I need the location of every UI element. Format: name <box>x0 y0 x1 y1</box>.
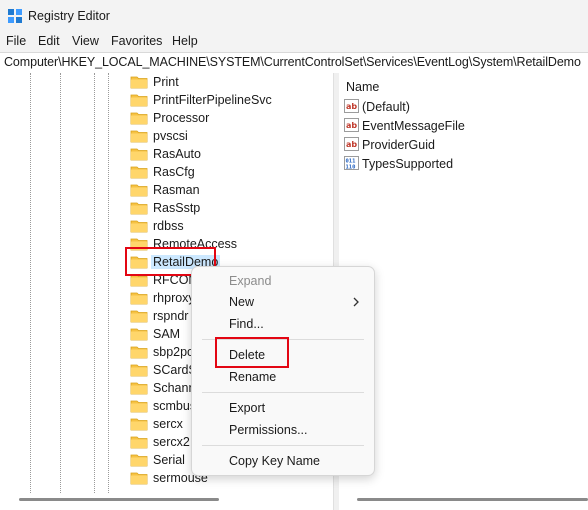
address-path[interactable]: Computer\HKEY_LOCAL_MACHINE\SYSTEM\Curre… <box>4 55 581 69</box>
folder-icon <box>130 130 148 143</box>
title-bar: Registry Editor <box>0 0 588 32</box>
menu-item-copy-key-name[interactable]: Copy Key Name <box>229 454 320 468</box>
tree-guide-line <box>94 73 95 493</box>
tree-item-label: scmbus <box>153 399 197 413</box>
values-pane[interactable]: Name ab (Default) ab EventMessageFile ab… <box>339 73 588 510</box>
menu-item-permissions[interactable]: Permissions... <box>229 423 308 437</box>
svg-text:ab: ab <box>346 140 357 149</box>
menu-separator <box>202 392 364 393</box>
menu-favorites[interactable]: Favorites <box>111 34 162 48</box>
folder-icon <box>130 76 148 89</box>
delete-highlight-box <box>215 337 289 368</box>
registry-editor-icon <box>8 9 22 23</box>
folder-icon <box>130 310 148 323</box>
folder-icon <box>130 220 148 233</box>
menu-help[interactable]: Help <box>172 34 198 48</box>
svg-text:110: 110 <box>346 165 356 171</box>
tree-item-label: pvscsi <box>153 129 188 143</box>
tree-item-label: rdbss <box>153 219 184 233</box>
string-value-icon: ab <box>344 99 359 113</box>
tree-item-label: RasAuto <box>153 147 201 161</box>
folder-icon <box>130 418 148 431</box>
tree-horizontal-scrollbar[interactable] <box>19 498 219 501</box>
tree-item-label: Schann <box>153 381 196 395</box>
value-name: EventMessageFile <box>362 119 465 133</box>
menu-bar: File Edit View Favorites Help <box>0 32 588 52</box>
menu-view[interactable]: View <box>72 34 99 48</box>
folder-icon <box>130 364 148 377</box>
tree-item-label: SAM <box>153 327 181 341</box>
tree-item-label: PrintFilterPipelineSvc <box>153 93 272 107</box>
value-name: TypesSupported <box>362 157 454 171</box>
folder-icon <box>130 436 148 449</box>
value-name: (Default) <box>362 100 410 114</box>
tree-item-label: Print <box>153 75 179 89</box>
tree-item-label: rhproxy <box>153 291 195 305</box>
menu-item-export[interactable]: Export <box>229 401 265 415</box>
tree-guide-line <box>108 73 109 493</box>
folder-icon <box>130 148 148 161</box>
svg-text:ab: ab <box>346 121 357 130</box>
window-title: Registry Editor <box>28 9 110 23</box>
tree-item-label: Processor <box>153 111 210 125</box>
folder-icon <box>130 94 148 107</box>
binary-value-icon: 011 110 <box>344 156 359 170</box>
string-value-icon: ab <box>344 118 359 132</box>
tree-item-label: sercx <box>153 417 183 431</box>
tree-guide-line <box>60 73 61 493</box>
folder-icon <box>130 382 148 395</box>
address-bar[interactable]: Computer\HKEY_LOCAL_MACHINE\SYSTEM\Curre… <box>0 52 588 74</box>
svg-text:ab: ab <box>346 102 357 111</box>
tree-guide-line <box>30 73 31 493</box>
folder-icon <box>130 292 148 305</box>
tree-item-label: RasCfg <box>153 165 195 179</box>
folder-icon <box>130 166 148 179</box>
tree-item-label: sbp2po <box>153 345 195 359</box>
tree-item-label: rspndr <box>153 309 189 323</box>
menu-item-new[interactable]: New <box>229 295 254 309</box>
column-header-name[interactable]: Name <box>346 80 379 94</box>
folder-icon <box>130 202 148 215</box>
tree-item-label: Serial <box>153 453 185 467</box>
menu-edit[interactable]: Edit <box>38 34 60 48</box>
values-horizontal-scrollbar[interactable] <box>357 498 588 501</box>
context-menu: Expand New Find... Delete Rename Export … <box>191 266 375 476</box>
menu-file[interactable]: File <box>6 34 26 48</box>
value-name: ProviderGuid <box>362 138 435 152</box>
tree-item-label: sercx2 <box>153 435 190 449</box>
folder-icon <box>130 454 148 467</box>
folder-icon <box>130 346 148 359</box>
menu-separator <box>202 445 364 446</box>
chevron-right-icon <box>353 297 359 307</box>
menu-item-expand[interactable]: Expand <box>229 274 271 288</box>
tree-item-label: Rasman <box>153 183 200 197</box>
folder-icon <box>130 328 148 341</box>
string-value-icon: ab <box>344 137 359 151</box>
tree-item-label: RasSstp <box>153 201 201 215</box>
folder-icon <box>130 400 148 413</box>
folder-icon <box>130 112 148 125</box>
menu-item-find[interactable]: Find... <box>229 317 264 331</box>
folder-icon <box>130 184 148 197</box>
menu-item-rename[interactable]: Rename <box>229 370 276 384</box>
folder-icon <box>130 472 148 485</box>
